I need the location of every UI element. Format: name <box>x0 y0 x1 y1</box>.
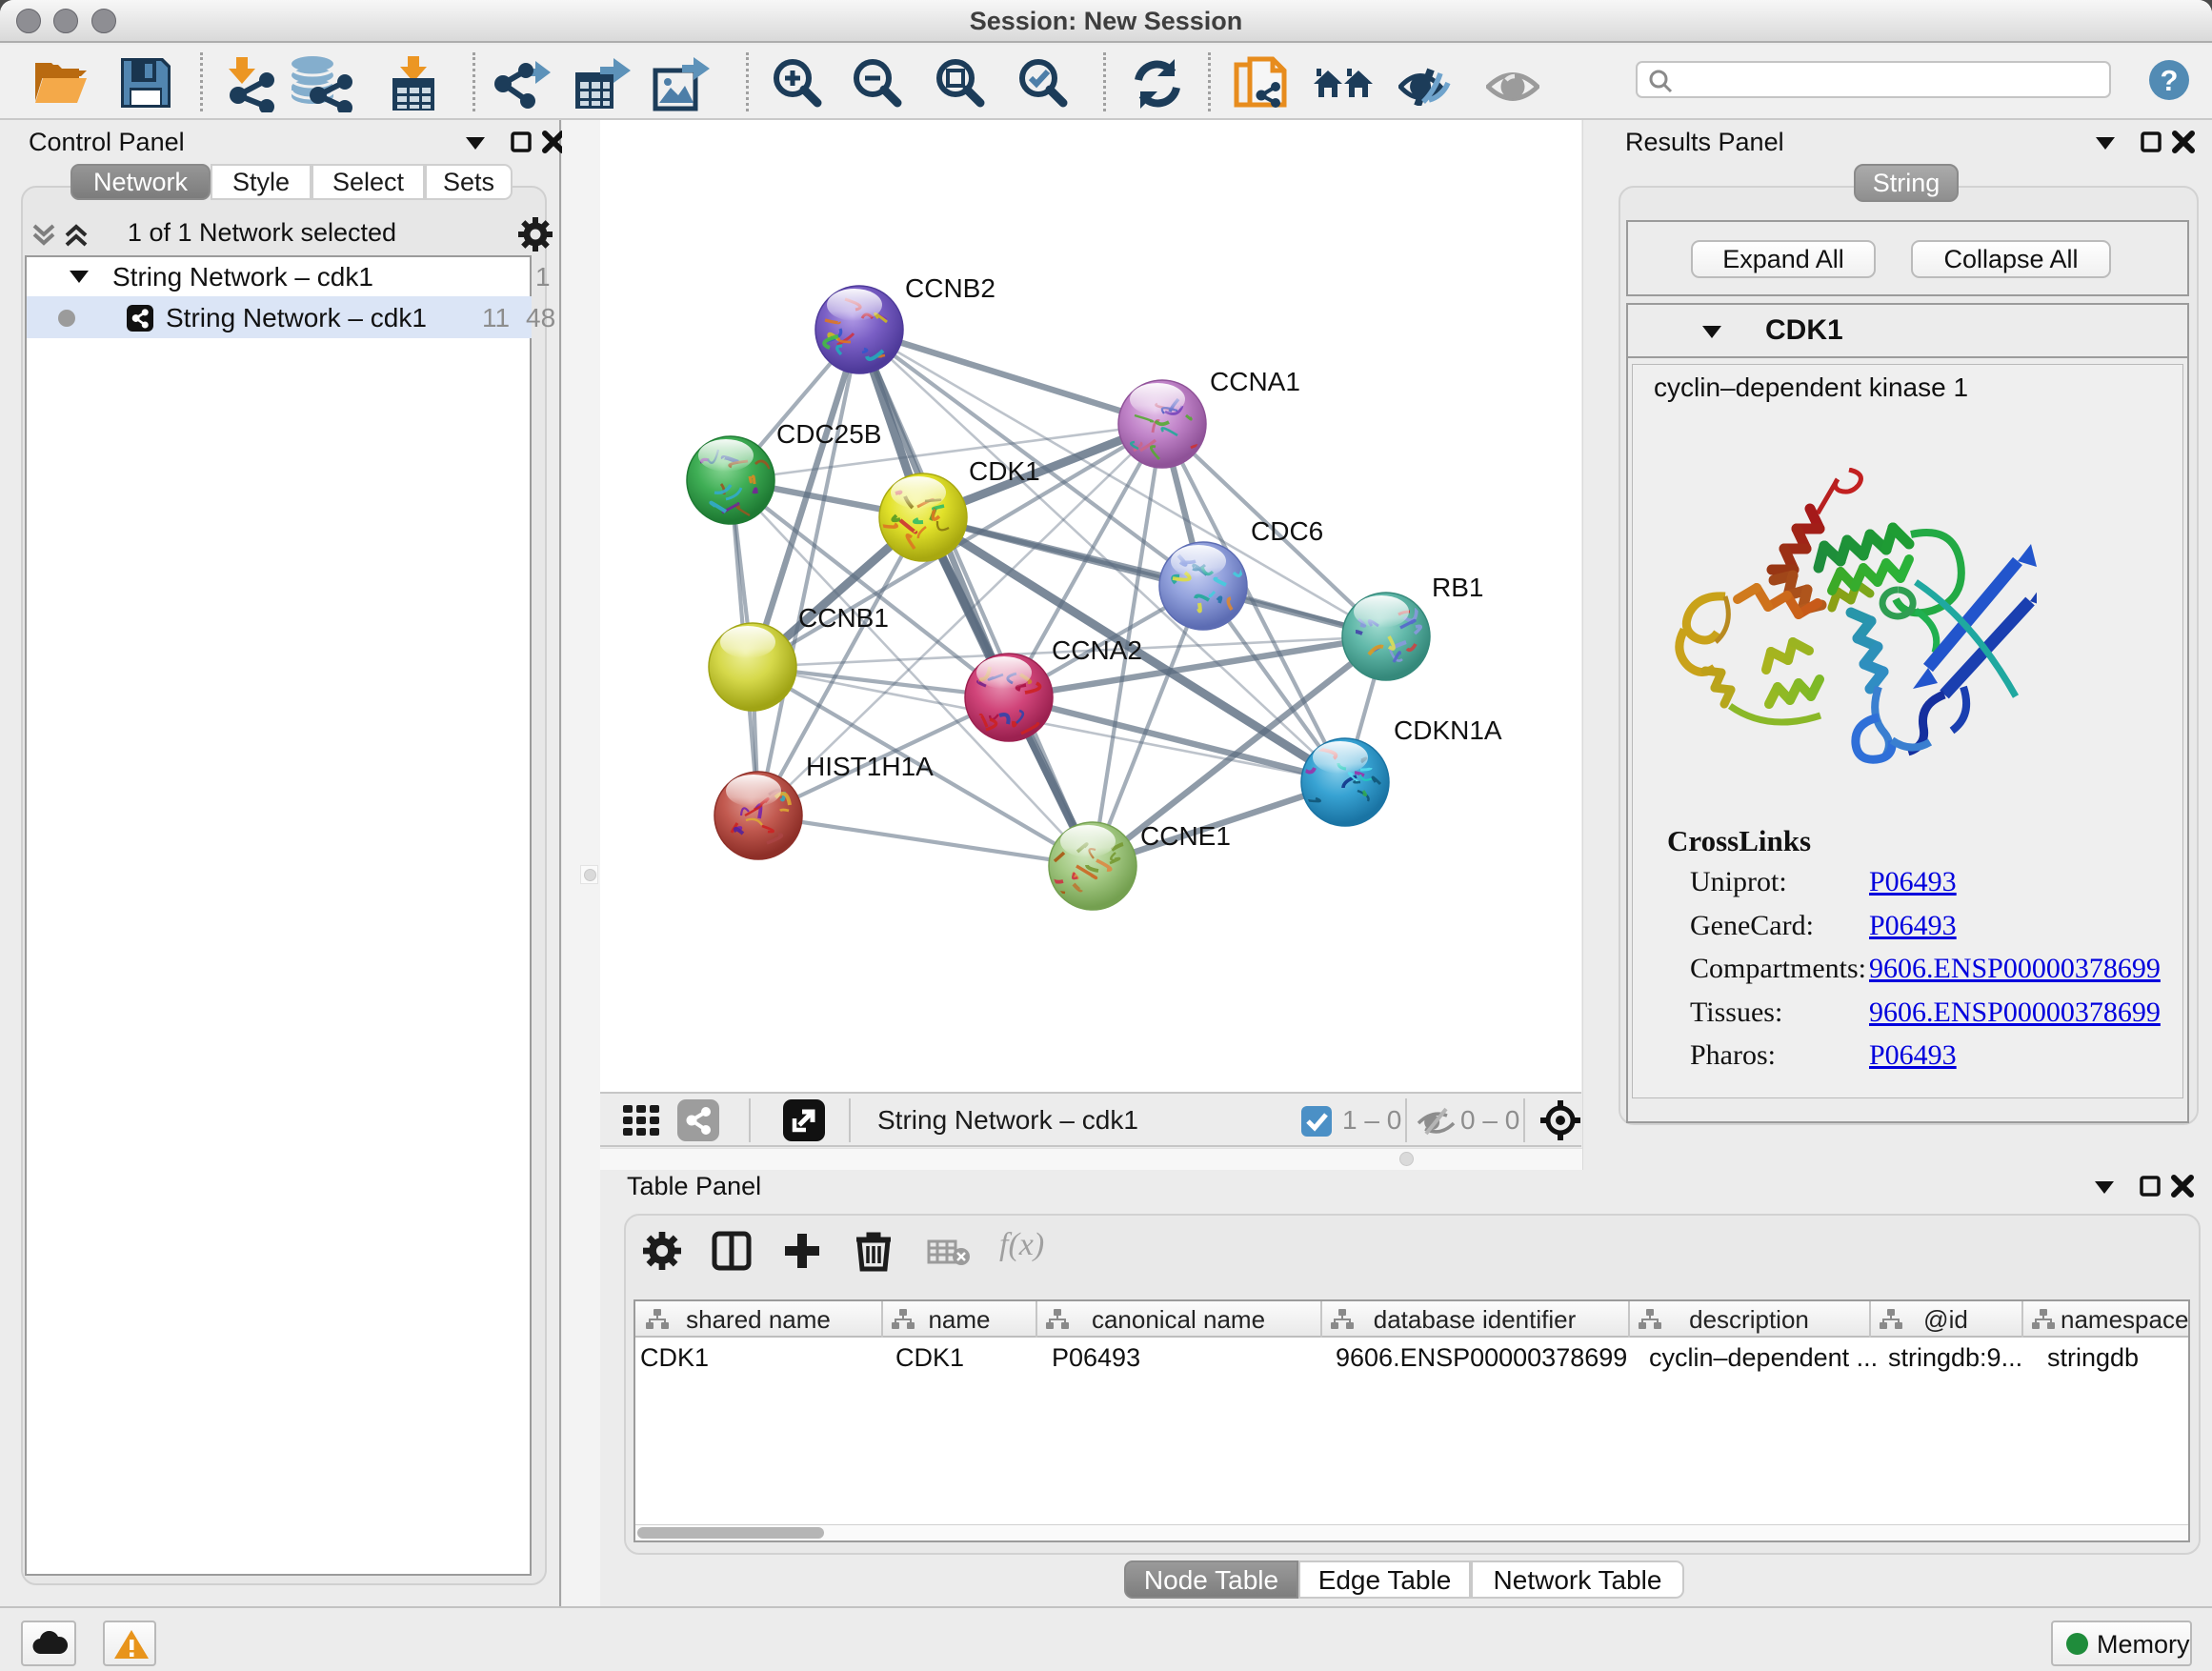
svg-text:CDKN1A: CDKN1A <box>1394 715 1502 745</box>
svg-text:HIST1H1A: HIST1H1A <box>806 752 934 781</box>
svg-text:RB1: RB1 <box>1432 573 1483 602</box>
svg-text:CCNA1: CCNA1 <box>1210 367 1300 396</box>
svg-text:CCNB2: CCNB2 <box>905 273 995 303</box>
svg-text:CDC25B: CDC25B <box>776 419 881 449</box>
svg-text:CDC6: CDC6 <box>1251 516 1323 546</box>
svg-text:CCNA2: CCNA2 <box>1052 635 1142 665</box>
svg-text:CCNB1: CCNB1 <box>798 603 889 633</box>
svg-text:?: ? <box>2161 64 2179 97</box>
svg-text:CCNE1: CCNE1 <box>1140 821 1231 851</box>
svg-text:CDK1: CDK1 <box>969 456 1040 486</box>
